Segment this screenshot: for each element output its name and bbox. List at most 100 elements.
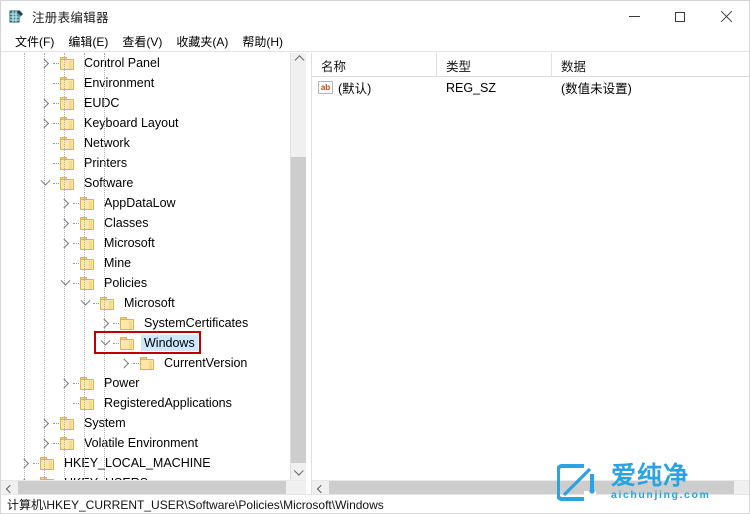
chevron-right-icon[interactable] — [37, 435, 53, 451]
folder-icon — [60, 416, 75, 430]
chevron-down-icon — [293, 465, 304, 476]
minimize-button[interactable] — [611, 1, 657, 32]
close-icon — [720, 11, 732, 23]
chevron-right-icon[interactable] — [17, 455, 33, 471]
chevron-down-icon[interactable] — [37, 175, 53, 191]
chevron-right-icon[interactable] — [57, 235, 73, 251]
chevron-right-icon[interactable] — [37, 415, 53, 431]
chevron-right-icon[interactable] — [37, 55, 53, 71]
chevron-down-icon[interactable] — [57, 275, 73, 291]
values-column-header: 名称 类型 数据 — [312, 53, 749, 77]
tree-node-label: Printers — [84, 156, 128, 170]
tree-node-label: Software — [84, 176, 134, 190]
folder-icon — [60, 56, 75, 70]
folder-icon — [60, 136, 75, 150]
menu-favorites[interactable]: 收藏夹(A) — [169, 32, 235, 52]
tree-vertical-scroll-thumb[interactable] — [291, 157, 306, 472]
column-type[interactable]: 类型 — [437, 53, 552, 77]
value-type-cell: REG_SZ — [446, 80, 497, 95]
menu-edit[interactable]: 编辑(E) — [61, 32, 115, 52]
status-path-text: 计算机\HKEY_CURRENT_USER\Software\Policies\… — [7, 497, 384, 512]
chevron-right-icon[interactable] — [97, 315, 113, 331]
tree-connector — [53, 442, 59, 444]
tree-connector — [93, 302, 99, 304]
chevron-down-icon[interactable] — [97, 335, 113, 351]
tree-node-printers[interactable]: Printers — [1, 153, 291, 173]
tree-node-spacer — [37, 75, 53, 91]
tree-connector — [73, 382, 79, 384]
tree-scroll-down-button[interactable] — [291, 463, 306, 480]
tree-node-label: AppDataLow — [104, 196, 176, 210]
chevron-right-icon[interactable] — [117, 355, 133, 371]
column-data[interactable]: 数据 — [552, 53, 749, 77]
tree-node-label: Windows — [141, 335, 198, 351]
chevron-right-icon[interactable] — [37, 95, 53, 111]
tree-node-label: EUDC — [84, 96, 120, 110]
registry-values-pane: 名称 类型 数据 ab (默认) REG_SZ (数值未设置) — [311, 53, 749, 496]
value-data-cell: (数值未设置) — [561, 82, 632, 96]
tree-node-software[interactable]: Software — [1, 173, 291, 193]
chevron-right-icon[interactable] — [57, 195, 73, 211]
chevron-down-icon[interactable] — [77, 295, 93, 311]
tree-node-system[interactable]: System — [1, 413, 291, 433]
chevron-left-icon — [5, 484, 14, 493]
folder-icon — [80, 276, 95, 290]
minimize-icon — [628, 16, 640, 17]
menu-help[interactable]: 帮助(H) — [235, 32, 290, 52]
window-controls — [611, 1, 749, 32]
tree-connector — [33, 462, 39, 464]
tree-node-network[interactable]: Network — [1, 133, 291, 153]
menu-bar: 文件(F) 编辑(E) 查看(V) 收藏夹(A) 帮助(H) — [1, 32, 749, 52]
column-name[interactable]: 名称 — [312, 53, 437, 77]
tree-connector — [73, 222, 79, 224]
tree-connector — [53, 422, 59, 424]
maximize-button[interactable] — [657, 1, 703, 32]
status-bar: 计算机\HKEY_CURRENT_USER\Software\Policies\… — [1, 494, 749, 513]
folder-icon — [60, 176, 75, 190]
tree-node-label: SystemCertificates — [144, 316, 249, 330]
tree-node-spacer — [37, 155, 53, 171]
chevron-right-icon[interactable] — [57, 375, 73, 391]
menu-view[interactable]: 查看(V) — [115, 32, 169, 52]
tree-connector — [53, 162, 59, 164]
tree-node-spacer — [57, 395, 73, 411]
menu-file[interactable]: 文件(F) — [8, 32, 61, 52]
tree-node-spacer — [37, 135, 53, 151]
chevron-right-icon[interactable] — [17, 475, 33, 480]
tree-node-control-panel[interactable]: Control Panel — [1, 53, 291, 73]
tree-connector — [53, 182, 59, 184]
content-area: Control Panel Environment EUDC Keyboard Lay… — [1, 53, 749, 496]
folder-icon — [80, 196, 95, 210]
tree-node-label: Policies — [104, 276, 148, 290]
tree-scroll-up-button[interactable] — [291, 53, 306, 70]
tree-node-label: Classes — [104, 216, 149, 230]
folder-icon — [120, 336, 135, 350]
registry-tree-viewport[interactable]: Control Panel Environment EUDC Keyboard Lay… — [1, 53, 291, 480]
tree-node-spacer — [57, 255, 73, 271]
tree-vertical-scrollbar[interactable] — [290, 53, 306, 480]
chevron-right-icon[interactable] — [57, 215, 73, 231]
tree-node-environment[interactable]: Environment — [1, 73, 291, 93]
tree-guide-line — [104, 53, 105, 480]
tree-connector — [73, 402, 79, 404]
tree-node-label: Mine — [104, 256, 132, 270]
tree-node-keyboard-layout[interactable]: Keyboard Layout — [1, 113, 291, 133]
tree-connector — [53, 62, 59, 64]
folder-icon — [60, 156, 75, 170]
tree-node-label: RegisteredApplications — [104, 396, 232, 410]
tree-connector — [53, 122, 59, 124]
tree-node-label: Keyboard Layout — [84, 116, 179, 130]
tree-connector — [73, 262, 79, 264]
close-button[interactable] — [703, 1, 749, 32]
folder-icon — [140, 356, 155, 370]
folder-icon — [40, 456, 55, 470]
tree-connector — [73, 242, 79, 244]
window-title: 注册表编辑器 — [32, 11, 109, 25]
registry-editor-window: 注册表编辑器 文件(F) 编辑(E) 查看(V) 收藏夹(A) 帮助(H) Contro… — [0, 0, 750, 514]
tree-node-label: Power — [104, 376, 140, 390]
chevron-right-icon[interactable] — [37, 115, 53, 131]
folder-icon — [80, 256, 95, 270]
tree-node-eudc[interactable]: EUDC — [1, 93, 291, 113]
value-row[interactable]: ab (默认) REG_SZ (数值未设置) — [312, 77, 749, 98]
tree-node-volatile-environment[interactable]: Volatile Environment — [1, 433, 291, 453]
